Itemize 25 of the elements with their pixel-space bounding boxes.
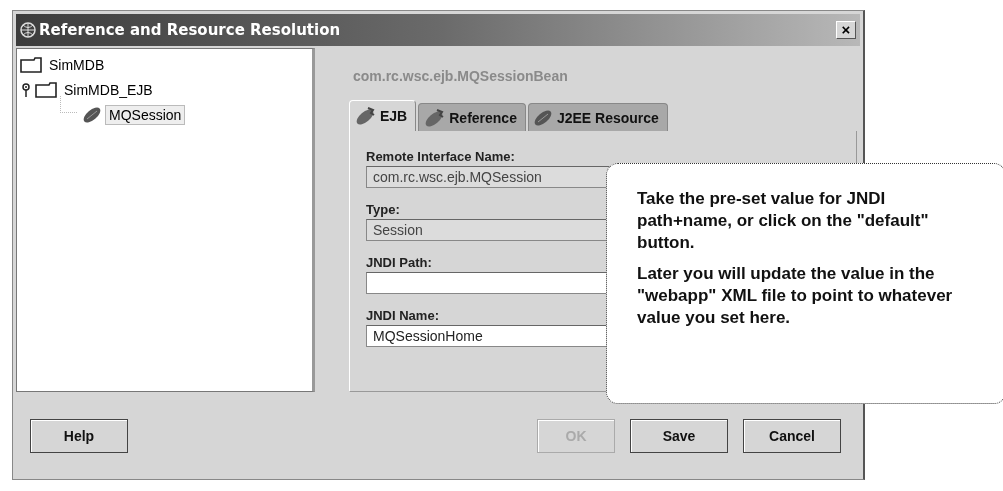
field-label: Remote Interface Name: [366, 149, 515, 164]
window-title: Reference and Resource Resolution [39, 21, 342, 39]
folder-icon [20, 56, 42, 73]
tab[interactable]: J2EE Resource [527, 103, 668, 131]
tree-item[interactable]: SimMDB_EJB [60, 79, 157, 100]
tab[interactable]: EJB [349, 100, 417, 131]
tool-icon [423, 107, 446, 128]
close-button[interactable]: × [836, 21, 856, 39]
folder-icon [35, 81, 57, 98]
bean-class-name: com.rc.wsc.ejb.MQSessionBean [353, 68, 569, 84]
tree-item[interactable]: MQSession [105, 104, 186, 125]
dialog-button[interactable]: Help [30, 418, 128, 453]
field-label: JNDI Path: [366, 255, 432, 270]
dialog-button[interactable]: Save [630, 418, 728, 453]
field-label: Type: [366, 202, 400, 217]
field-label: JNDI Name: [366, 308, 439, 323]
bean-icon [532, 108, 553, 127]
tree-item[interactable]: SimMDB [45, 54, 109, 75]
bean-icon [82, 105, 102, 124]
tree-line [60, 96, 77, 113]
globe-icon [20, 22, 36, 38]
tab[interactable]: Reference [418, 103, 526, 131]
tool-icon [354, 106, 376, 126]
tree-handle-icon[interactable] [22, 82, 30, 97]
dialog-button[interactable]: Cancel [743, 418, 841, 453]
